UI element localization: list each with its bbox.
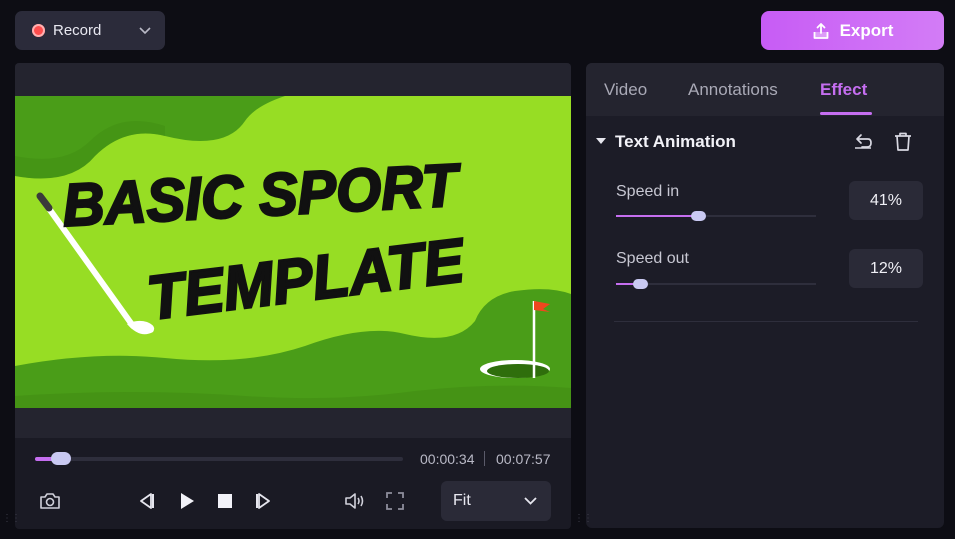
- fit-label: Fit: [453, 492, 471, 509]
- undo-icon: [855, 134, 872, 149]
- properties-panel: Video Annotations Effect Text Animation …: [586, 63, 944, 528]
- current-time: 00:00:34: [420, 451, 475, 467]
- volume-icon: [345, 493, 364, 509]
- export-button[interactable]: Export: [761, 11, 944, 50]
- skip-forward-icon: [256, 493, 270, 509]
- record-icon: [32, 24, 45, 37]
- snapshot-button[interactable]: [36, 488, 64, 514]
- tab-annotations[interactable]: Annotations: [688, 80, 778, 100]
- collapse-caret-icon[interactable]: [596, 138, 606, 144]
- section-divider: [614, 321, 918, 322]
- video-preview[interactable]: BASIC SPORT TEMPLATE: [15, 96, 571, 408]
- trash-icon: [895, 132, 911, 151]
- volume-button[interactable]: [342, 488, 370, 514]
- speed-out-slider-handle[interactable]: [632, 279, 648, 289]
- resize-handle-middle[interactable]: ⋮⋮: [574, 513, 593, 524]
- active-tab-indicator: [820, 112, 872, 115]
- section-title: Text Animation: [615, 132, 736, 151]
- resize-handle-left[interactable]: ⋮⋮: [2, 513, 21, 524]
- skip-back-icon: [140, 493, 154, 509]
- next-frame-button[interactable]: [251, 488, 277, 514]
- record-label: Record: [53, 22, 102, 39]
- chevron-down-icon: [524, 497, 537, 505]
- previous-frame-button[interactable]: [133, 488, 159, 514]
- video-frame: BASIC SPORT TEMPLATE: [15, 96, 571, 408]
- speed-in-label: Speed in: [616, 183, 680, 200]
- stop-icon: [218, 494, 232, 508]
- speed-in-slider-handle[interactable]: [690, 211, 706, 221]
- export-icon: [813, 22, 828, 39]
- play-button[interactable]: [174, 488, 200, 514]
- tab-video[interactable]: Video: [604, 80, 647, 100]
- export-label: Export: [839, 20, 894, 40]
- fullscreen-icon: [386, 492, 404, 510]
- chevron-down-icon: [139, 26, 151, 34]
- delete-button[interactable]: [890, 129, 916, 155]
- player-panel: BASIC SPORT TEMPLATE 00:00:34 00:07:57 F…: [15, 63, 571, 529]
- speed-out-label: Speed out: [616, 250, 689, 267]
- camera-icon: [40, 493, 60, 509]
- speed-in-slider-fill: [616, 215, 698, 217]
- speed-out-value[interactable]: 12%: [849, 249, 923, 288]
- record-dropdown[interactable]: Record: [15, 11, 165, 50]
- speed-in-value[interactable]: 41%: [849, 181, 923, 220]
- stop-button[interactable]: [212, 488, 238, 514]
- tab-effect[interactable]: Effect: [820, 80, 867, 100]
- timeline-scrub-handle[interactable]: [51, 452, 72, 465]
- fullscreen-button[interactable]: [382, 488, 408, 514]
- timeline-scrubber[interactable]: [35, 457, 403, 461]
- time-separator: [484, 451, 485, 466]
- zoom-fit-dropdown[interactable]: Fit: [441, 481, 551, 521]
- total-time: 00:07:57: [496, 451, 551, 467]
- reset-button[interactable]: [850, 129, 876, 155]
- play-icon: [181, 493, 194, 509]
